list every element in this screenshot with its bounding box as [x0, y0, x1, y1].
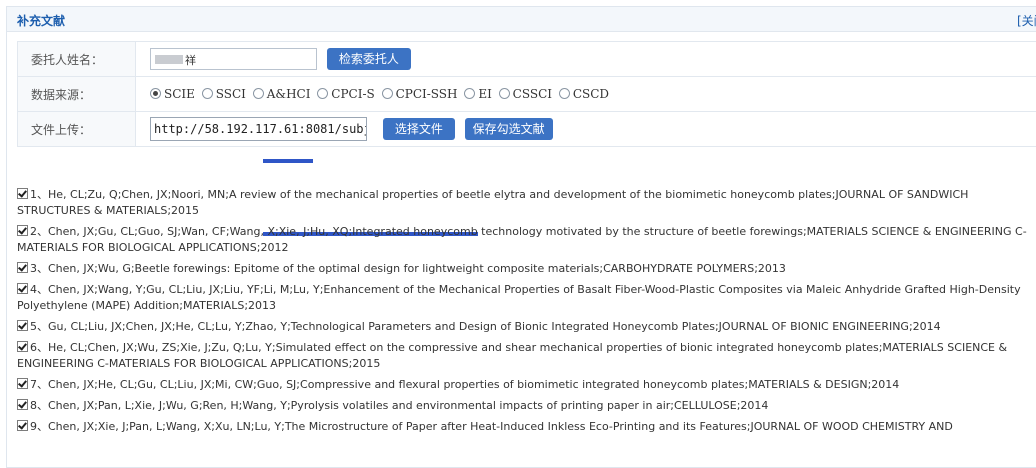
source-option-ei[interactable]: EI	[464, 87, 492, 101]
list-item: 4、Chen, JX;Wang, Y;Gu, CL;Liu, JX;Liu, Y…	[17, 282, 1027, 314]
checkbox-icon[interactable]	[17, 225, 28, 236]
save-selected-button[interactable]: 保存勾选文献	[465, 118, 553, 140]
radio-icon[interactable]	[499, 88, 510, 99]
redacted-name	[155, 55, 183, 64]
checkbox-icon[interactable]	[17, 378, 28, 389]
radio-icon[interactable]	[382, 88, 393, 99]
source-option-cpci-s[interactable]: CPCI-S	[317, 87, 374, 101]
radio-icon[interactable]	[150, 88, 161, 99]
list-item: 3、Chen, JX;Wu, G;Beetle forewings: Epito…	[17, 261, 1027, 277]
checkbox-icon[interactable]	[17, 420, 28, 431]
checkbox-icon[interactable]	[17, 341, 28, 352]
upload-label: 文件上传：	[18, 112, 136, 147]
list-item: 8、Chen, JX;Pan, L;Xie, J;Wu, G;Ren, H;Wa…	[17, 398, 1027, 414]
list-item: 2、Chen, JX;Gu, CL;Guo, SJ;Wan, CF;Wang, …	[17, 224, 1027, 256]
checkbox-icon[interactable]	[17, 188, 28, 199]
upload-url-input[interactable]: http://58.192.117.61:8081/subjects/u	[150, 117, 367, 141]
client-name-value: 祥	[185, 52, 196, 68]
source-option-scie[interactable]: SCIE	[150, 87, 195, 101]
checkbox-icon[interactable]	[17, 262, 28, 273]
client-name-input[interactable]: 祥	[150, 48, 317, 70]
source-option-ahci[interactable]: A&HCI	[253, 87, 311, 101]
list-item: 7、Chen, JX;He, CL;Gu, CL;Liu, JX;Mi, CW;…	[17, 377, 1027, 393]
checkbox-icon[interactable]	[17, 399, 28, 410]
checkbox-icon[interactable]	[17, 283, 28, 294]
radio-icon[interactable]	[202, 88, 213, 99]
list-item: 6、He, CL;Chen, JX;Wu, ZS;Xie, J;Zu, Q;Lu…	[17, 340, 1027, 372]
list-item: 1、He, CL;Zu, Q;Chen, JX;Noori, MN;A revi…	[17, 187, 1027, 219]
list-item: 5、Gu, CL;Liu, JX;Chen, JX;He, CL;Lu, Y;Z…	[17, 319, 1027, 335]
radio-icon[interactable]	[464, 88, 475, 99]
source-label: 数据来源：	[18, 77, 136, 112]
checkbox-icon[interactable]	[17, 320, 28, 331]
choose-file-button[interactable]: 选择文件	[383, 118, 455, 140]
reference-list: 1、He, CL;Zu, Q;Chen, JX;Noori, MN;A revi…	[17, 187, 1027, 440]
scie-highlight-underline	[263, 159, 313, 163]
radio-icon[interactable]	[559, 88, 570, 99]
radio-icon[interactable]	[253, 88, 264, 99]
source-option-cpci-ssh[interactable]: CPCI-SSH	[382, 87, 458, 101]
supplement-panel: 补充文献 [关闭] 委托人姓名： 祥 检索委托人 数据来源： SCIE SSCI…	[6, 6, 1036, 468]
close-link[interactable]: [关闭]	[1017, 12, 1036, 29]
source-option-ssci[interactable]: SSCI	[202, 87, 246, 101]
source-option-cssci[interactable]: CSSCI	[499, 87, 552, 101]
panel-header: 补充文献 [关闭]	[7, 7, 1036, 32]
panel-title: 补充文献	[17, 12, 65, 29]
search-client-button[interactable]: 检索委托人	[327, 48, 411, 70]
radio-icon[interactable]	[317, 88, 328, 99]
source-radio-group: SCIE SSCI A&HCI CPCI-S CPCI-SSH EI CSSCI…	[136, 77, 1036, 112]
list-item: 9、Chen, JX;Xie, J;Pan, L;Wang, X;Xu, LN;…	[17, 419, 1027, 435]
client-name-label: 委托人姓名：	[18, 42, 136, 77]
source-option-cscd[interactable]: CSCD	[559, 87, 609, 101]
form-table: 委托人姓名： 祥 检索委托人 数据来源： SCIE SSCI A&HCI CPC…	[17, 41, 1036, 147]
